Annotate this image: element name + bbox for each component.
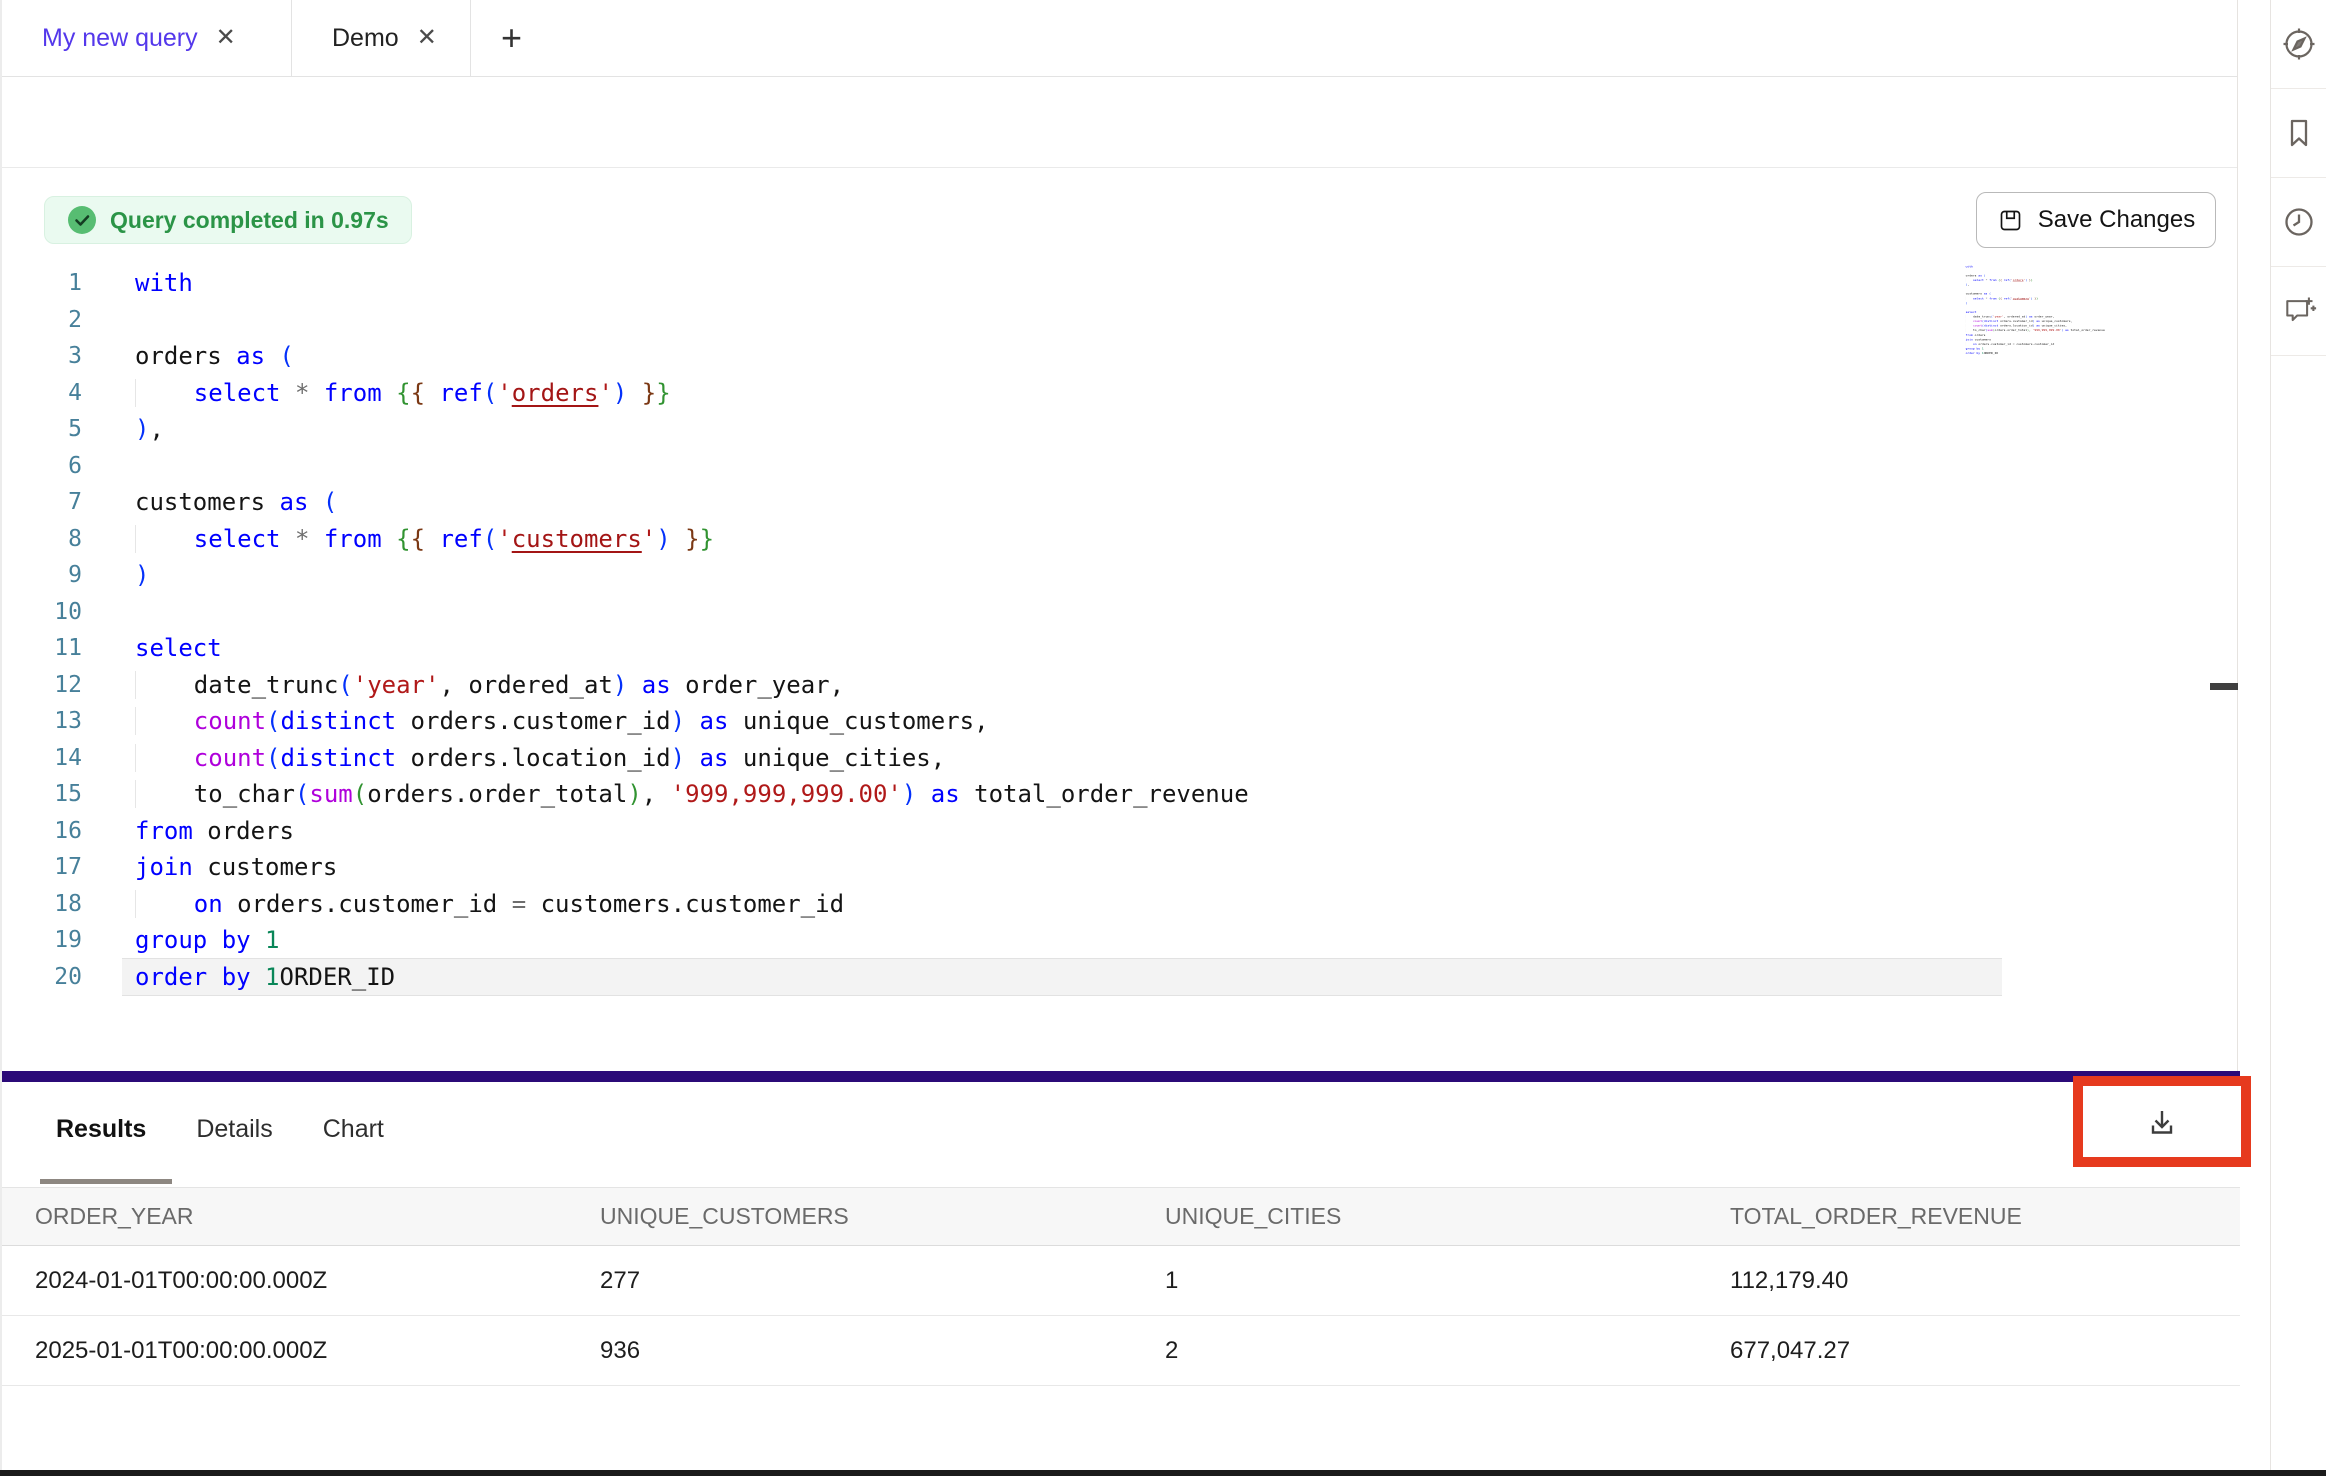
scrollbar-handle[interactable]: [2210, 683, 2238, 690]
line-number: 3: [2, 338, 82, 375]
sidebar-item-history[interactable]: [2271, 178, 2326, 267]
table-cell: 677,047.27: [1730, 1337, 2273, 1365]
check-circle-icon: [67, 205, 97, 235]
code-line[interactable]: 9): [122, 557, 2002, 594]
line-number: 6: [2, 448, 82, 485]
editor-tab-bar: My new query ✕ Demo ✕ +: [2, 0, 2237, 77]
code-line[interactable]: 17join customers: [122, 849, 2002, 886]
table-cell: 1: [1165, 1267, 1730, 1295]
line-number: 1: [2, 265, 82, 302]
editor-minimap[interactable]: withorders as ( select * from {{ ref('or…: [1964, 264, 2134, 364]
line-number: 18: [2, 886, 82, 923]
table-cell: 112,179.40: [1730, 1267, 2273, 1295]
code-line[interactable]: 3orders as (: [122, 338, 2002, 375]
clock-icon: [2281, 204, 2317, 240]
column-header: TOTAL_ORDER_REVENUE: [1730, 1203, 2273, 1230]
column-header: UNIQUE_CUSTOMERS: [600, 1203, 1165, 1230]
line-number: 11: [2, 630, 82, 667]
app-window: My new query ✕ Demo ✕ + MS Your query: [0, 0, 2326, 1476]
code-line[interactable]: 11select: [122, 630, 2002, 667]
code-line[interactable]: 4 select * from {{ ref('orders') }}: [122, 375, 2002, 412]
query-status-text: Query completed in 0.97s: [110, 207, 389, 234]
code-line[interactable]: 16from orders: [122, 813, 2002, 850]
code-line[interactable]: 8 select * from {{ ref('customers') }}: [122, 521, 2002, 558]
close-icon[interactable]: ✕: [417, 26, 437, 50]
code-line[interactable]: 18 on orders.customer_id = customers.cus…: [122, 886, 2002, 923]
query-status-badge: Query completed in 0.97s: [44, 196, 412, 244]
code-line[interactable]: 10: [122, 594, 2002, 631]
save-icon: [1997, 207, 2024, 234]
query-toolbar: MS Your query Develop Run: [2, 77, 2237, 168]
code-line[interactable]: 12 date_trunc('year', ordered_at) as ord…: [122, 667, 2002, 704]
main-panel: My new query ✕ Demo ✕ + MS Your query: [0, 0, 2238, 1476]
code-line[interactable]: 13 count(distinct orders.customer_id) as…: [122, 703, 2002, 740]
line-number: 9: [2, 557, 82, 594]
code-line[interactable]: 1with: [122, 265, 2002, 302]
close-icon[interactable]: ✕: [216, 26, 236, 50]
code-line[interactable]: 7customers as (: [122, 484, 2002, 521]
line-number: 2: [2, 302, 82, 339]
column-header: UNIQUE_CITIES: [1165, 1203, 1730, 1230]
right-icon-sidebar: [2270, 0, 2326, 1476]
annotation-highlight-box: [2073, 1076, 2251, 1167]
compass-icon: [2281, 26, 2317, 62]
results-tab-chart[interactable]: Chart: [323, 1115, 384, 1144]
line-number: 17: [2, 849, 82, 886]
tab-label: My new query: [42, 24, 198, 53]
code-line[interactable]: 14 count(distinct orders.location_id) as…: [122, 740, 2002, 777]
bookmark-icon: [2281, 115, 2317, 151]
code-area[interactable]: 1with23orders as (4 select * from {{ ref…: [2, 265, 2212, 995]
download-icon[interactable]: [2144, 1104, 2180, 1140]
table-cell: 2: [1165, 1337, 1730, 1365]
table-cell: 277: [600, 1267, 1165, 1295]
line-number: 10: [2, 594, 82, 631]
line-number: 7: [2, 484, 82, 521]
results-panel: Results Details Chart ORDER_YEARUNIQUE_CUS…: [2, 1082, 2240, 1470]
window-bottom-edge: [0, 1470, 2326, 1476]
minimap-line: order by 1ORDER_ID: [1964, 351, 2134, 356]
code-line[interactable]: 20order by 1ORDER_ID: [122, 959, 2002, 996]
table-row[interactable]: 2025-01-01T00:00:00.000Z9362677,047.27: [2, 1316, 2240, 1386]
results-tab-results[interactable]: Results: [56, 1115, 146, 1144]
code-line[interactable]: 2: [122, 302, 2002, 339]
line-number: 15: [2, 776, 82, 813]
line-number: 19: [2, 922, 82, 959]
line-number: 14: [2, 740, 82, 777]
column-header: ORDER_YEAR: [35, 1203, 600, 1230]
tab-demo[interactable]: Demo ✕: [292, 0, 471, 76]
code-line[interactable]: 15 to_char(sum(orders.order_total), '999…: [122, 776, 2002, 813]
table-cell: 2025-01-01T00:00:00.000Z: [35, 1337, 600, 1365]
table-cell: 936: [600, 1337, 1165, 1365]
save-changes-label: Save Changes: [2038, 206, 2195, 234]
line-number: 4: [2, 375, 82, 412]
sql-editor: Query completed in 0.97s Save Changes 1w…: [2, 168, 2237, 1071]
save-changes-button[interactable]: Save Changes: [1976, 192, 2216, 248]
sidebar-item-bookmarks[interactable]: [2271, 89, 2326, 178]
line-number: 13: [2, 703, 82, 740]
line-number: 20: [2, 959, 82, 996]
sidebar-item-explore[interactable]: [2271, 0, 2326, 89]
results-tab-details[interactable]: Details: [196, 1115, 272, 1144]
code-line[interactable]: 5),: [122, 411, 2002, 448]
line-number: 12: [2, 667, 82, 704]
panel-splitter[interactable]: [2, 1071, 2240, 1082]
results-tab-bar: Results Details Chart: [56, 1115, 384, 1144]
tab-my-new-query[interactable]: My new query ✕: [2, 0, 292, 76]
line-number: 16: [2, 813, 82, 850]
line-number: 8: [2, 521, 82, 558]
code-line[interactable]: 19group by 1: [122, 922, 2002, 959]
table-cell: 2024-01-01T00:00:00.000Z: [35, 1267, 600, 1295]
tab-label: Demo: [332, 24, 399, 53]
table-header: ORDER_YEARUNIQUE_CUSTOMERSUNIQUE_CITIEST…: [2, 1187, 2240, 1246]
table-row[interactable]: 2024-01-01T00:00:00.000Z2771112,179.40: [2, 1246, 2240, 1316]
active-tab-indicator: [40, 1179, 172, 1184]
chat-sparkles-icon: [2281, 293, 2317, 329]
code-line[interactable]: 6: [122, 448, 2002, 485]
line-number: 5: [2, 411, 82, 448]
sidebar-item-ai-assistant[interactable]: [2271, 267, 2326, 356]
new-tab-button[interactable]: +: [493, 0, 530, 76]
